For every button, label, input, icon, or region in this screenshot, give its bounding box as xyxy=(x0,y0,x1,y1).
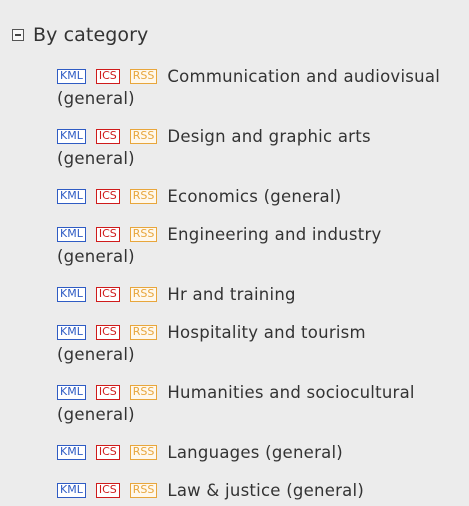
category-list: KML ICS RSS Communication and audiovisual (… xyxy=(57,66,449,502)
kml-feed-button[interactable]: KML xyxy=(57,189,86,204)
kml-feed-button[interactable]: KML xyxy=(57,325,86,340)
rss-feed-button[interactable]: RSS xyxy=(129,445,158,460)
category-item: KML ICS RSS Engineering and industry (gener… xyxy=(57,224,449,268)
feed-badges: KML ICS RSS xyxy=(57,481,167,500)
kml-feed-button[interactable]: KML xyxy=(57,129,86,144)
rss-feed-button[interactable]: RSS xyxy=(129,287,158,302)
category-link[interactable]: Languages (general) xyxy=(167,443,343,462)
collapse-toggle-icon[interactable] xyxy=(12,29,24,41)
ics-feed-button[interactable]: ICS xyxy=(95,189,120,204)
rss-feed-button[interactable]: RSS xyxy=(129,189,158,204)
kml-feed-button[interactable]: KML xyxy=(57,445,86,460)
ics-feed-button[interactable]: ICS xyxy=(95,287,120,302)
feed-badges: KML ICS RSS xyxy=(57,187,167,206)
ics-feed-button[interactable]: ICS xyxy=(95,483,120,498)
section-title: By category xyxy=(33,24,149,46)
category-item: KML ICS RSS Hospitality and tourism (genera… xyxy=(57,322,449,366)
category-item: KML ICS RSS Humanities and sociocultural (g… xyxy=(57,382,449,426)
rss-feed-button[interactable]: RSS xyxy=(129,385,158,400)
feed-badges: KML ICS RSS xyxy=(57,443,167,462)
ics-feed-button[interactable]: ICS xyxy=(95,129,120,144)
category-item: KML ICS RSS Law & justice (general) xyxy=(57,480,449,502)
feed-badges: KML ICS RSS xyxy=(57,67,167,86)
category-link[interactable]: Hr and training xyxy=(167,285,295,304)
rss-feed-button[interactable]: RSS xyxy=(129,227,158,242)
ics-feed-button[interactable]: ICS xyxy=(95,325,120,340)
kml-feed-button[interactable]: KML xyxy=(57,227,86,242)
kml-feed-button[interactable]: KML xyxy=(57,69,86,84)
category-item: KML ICS RSS Hr and training xyxy=(57,284,449,306)
category-item: KML ICS RSS Languages (general) xyxy=(57,442,449,464)
category-item: KML ICS RSS Economics (general) xyxy=(57,186,449,208)
rss-feed-button[interactable]: RSS xyxy=(129,129,158,144)
rss-feed-button[interactable]: RSS xyxy=(129,325,158,340)
kml-feed-button[interactable]: KML xyxy=(57,287,86,302)
feed-badges: KML ICS RSS xyxy=(57,383,167,402)
category-header: By category xyxy=(12,23,469,47)
ics-feed-button[interactable]: ICS xyxy=(95,227,120,242)
category-link[interactable]: Law & justice (general) xyxy=(167,481,364,500)
kml-feed-button[interactable]: KML xyxy=(57,385,86,400)
category-link[interactable]: Economics (general) xyxy=(167,187,341,206)
category-item: KML ICS RSS Design and graphic arts (genera… xyxy=(57,126,449,170)
feed-badges: KML ICS RSS xyxy=(57,127,167,146)
ics-feed-button[interactable]: ICS xyxy=(95,385,120,400)
rss-feed-button[interactable]: RSS xyxy=(129,483,158,498)
feed-badges: KML ICS RSS xyxy=(57,285,167,304)
category-panel: By category KML ICS RSS Communication and a… xyxy=(0,0,469,506)
feed-badges: KML ICS RSS xyxy=(57,323,167,342)
ics-feed-button[interactable]: ICS xyxy=(95,445,120,460)
rss-feed-button[interactable]: RSS xyxy=(129,69,158,84)
category-item: KML ICS RSS Communication and audiovisual (… xyxy=(57,66,449,110)
ics-feed-button[interactable]: ICS xyxy=(95,69,120,84)
kml-feed-button[interactable]: KML xyxy=(57,483,86,498)
feed-badges: KML ICS RSS xyxy=(57,225,167,244)
